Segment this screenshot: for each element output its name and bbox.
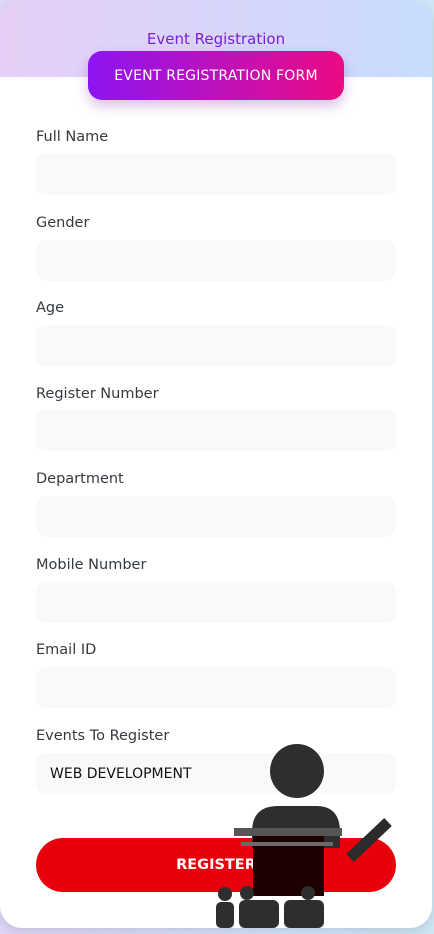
full-name-label: Full Name: [36, 129, 109, 145]
age-input[interactable]: [36, 325, 396, 366]
email-id-input[interactable]: [36, 667, 396, 708]
age-label: Age: [36, 300, 65, 316]
gender-input[interactable]: [36, 240, 396, 281]
email-id-label: Email ID: [36, 642, 97, 658]
form-title-badge: EVENT REGISTRATION FORM: [88, 51, 344, 100]
page-title: Event Registration: [146, 30, 286, 48]
department-label: Department: [36, 471, 124, 487]
events-to-register-label: Events To Register: [36, 728, 170, 744]
events-to-register-select[interactable]: WEB DEVELOPMENT: [36, 753, 396, 794]
register-number-label: Register Number: [36, 386, 159, 402]
register-button[interactable]: REGISTER: [36, 838, 396, 892]
mobile-number-label: Mobile Number: [36, 557, 147, 573]
gender-label: Gender: [36, 215, 90, 231]
registration-card: Event Registration EVENT REGISTRATION FO…: [0, 0, 432, 928]
register-number-input[interactable]: [36, 410, 396, 451]
mobile-number-input[interactable]: [36, 582, 396, 623]
department-input[interactable]: [36, 496, 396, 537]
full-name-input[interactable]: [36, 154, 396, 195]
